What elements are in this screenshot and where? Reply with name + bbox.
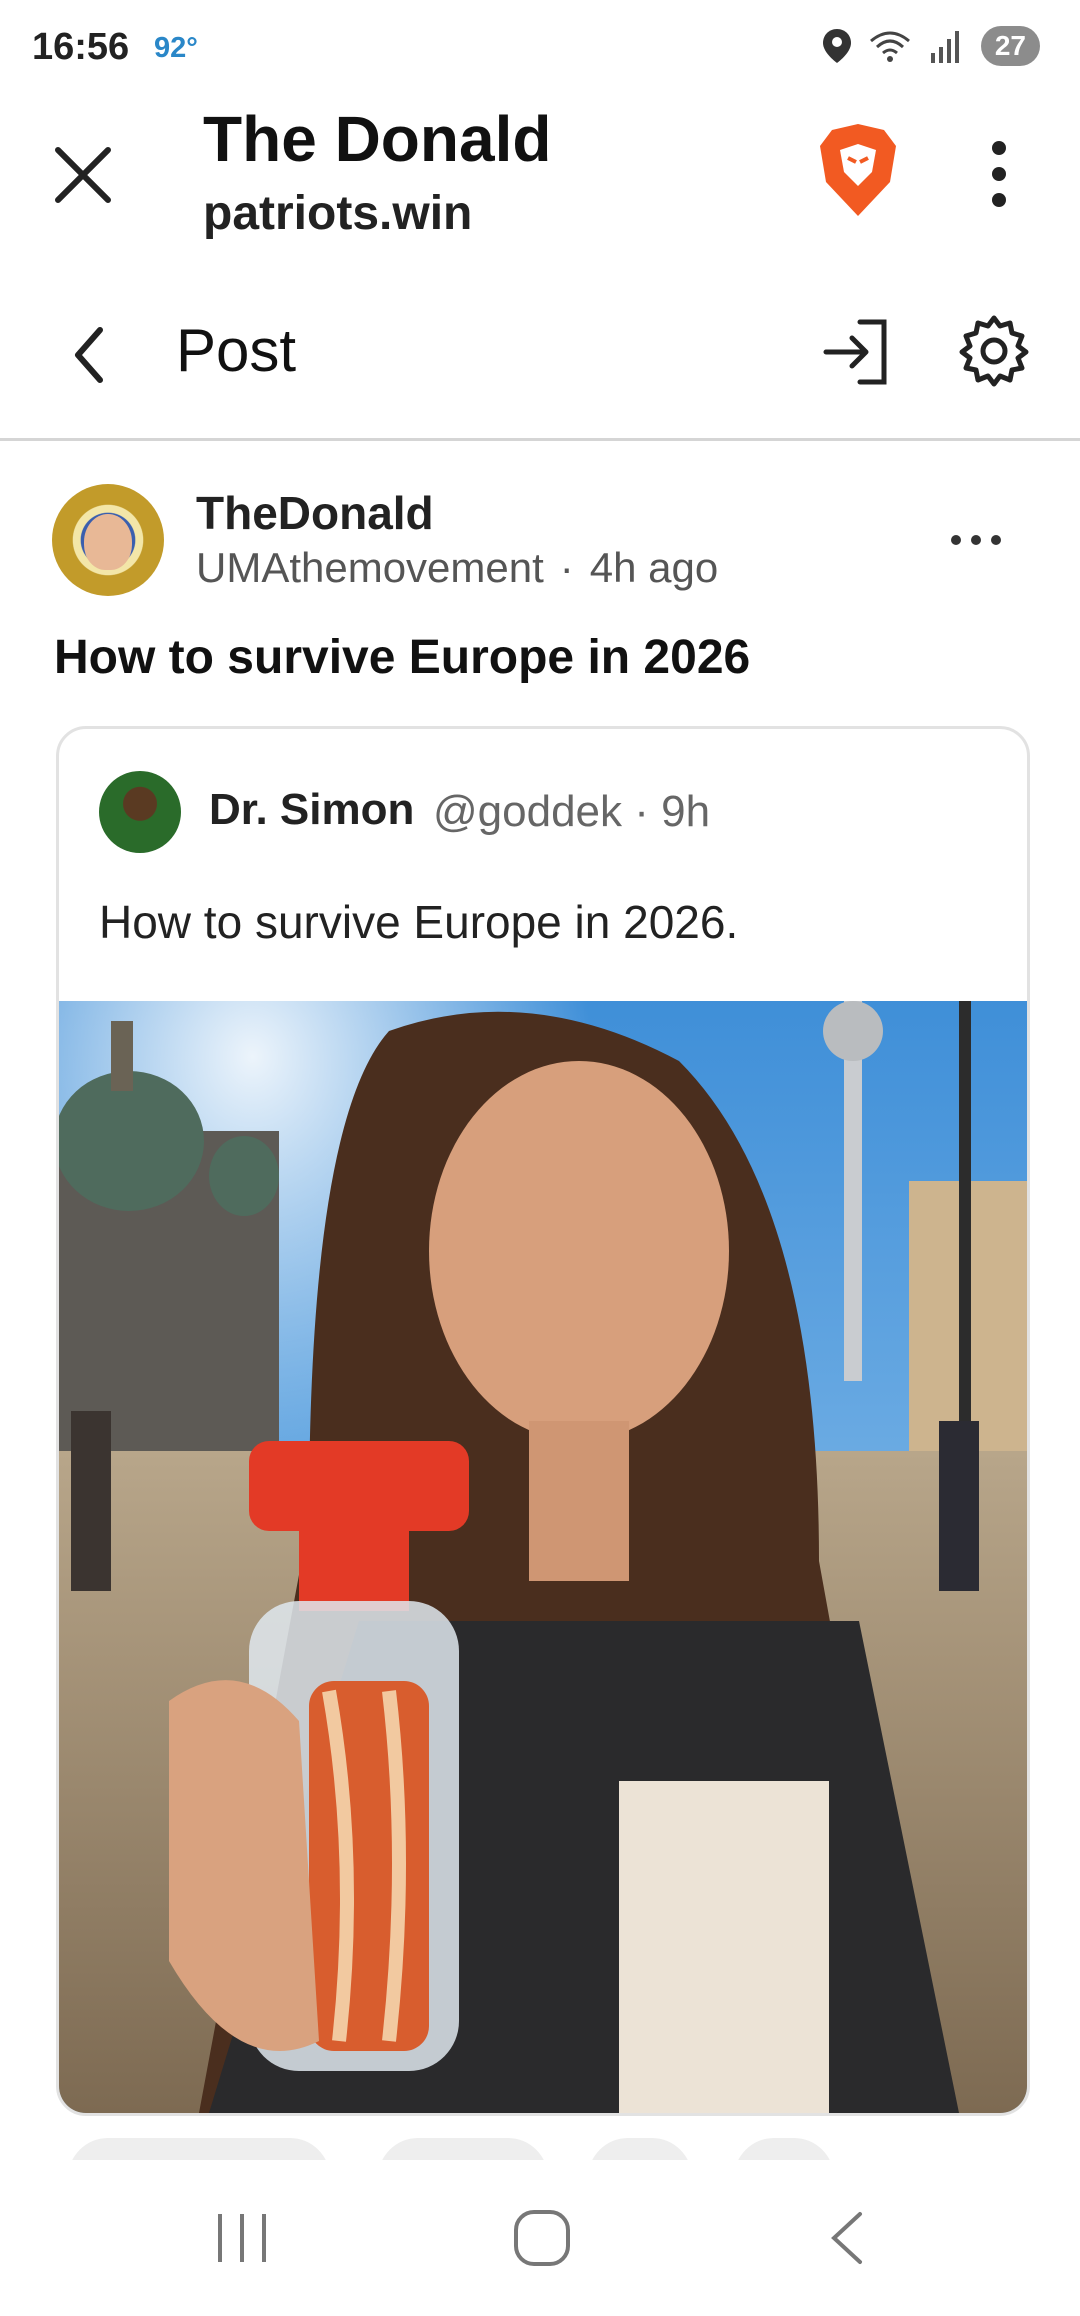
login-icon[interactable] [820,314,896,390]
signal-icon [930,31,959,63]
post-headline[interactable]: How to survive Europe in 2026 [54,630,750,685]
status-icons: 27 [822,26,1040,66]
embedded-post-card[interactable]: Dr. Simon @goddek · 9h How to survive Eu… [56,726,1030,2116]
community-avatar[interactable] [52,484,164,596]
back-icon[interactable] [822,2208,872,2268]
more-horizontal-icon[interactable] [946,520,1006,560]
gear-icon[interactable] [956,312,1032,388]
embed-text: How to survive Europe in 2026. [99,896,739,948]
post-meta: UMAthemovement · 4h ago [196,544,718,592]
recents-icon[interactable] [214,2210,270,2266]
location-icon [822,29,851,63]
page-title: Post [176,317,297,384]
meta-separator: · [559,544,574,591]
home-icon[interactable] [512,2208,572,2268]
status-time: 16:56 [32,26,130,68]
status-bar: 16:56 92° 27 [0,0,1080,98]
embed-avatar[interactable] [99,771,181,853]
custom-tab-header: The Donald patriots.win [0,98,1080,280]
embed-photo[interactable] [59,1001,1027,2113]
post-navigation: Post [0,280,1080,441]
avatar-face [84,514,132,570]
status-temperature: 92° [154,32,198,64]
site-url[interactable]: patriots.win [203,186,472,241]
embed-handle: @goddek · 9h [433,787,711,836]
community-name[interactable]: TheDonald [196,486,434,540]
close-icon[interactable] [48,140,118,210]
back-chevron-icon[interactable] [60,320,120,390]
more-vertical-icon[interactable] [974,138,1024,210]
post-age: 4h ago [589,544,719,591]
embed-author-name[interactable]: Dr. Simon [209,785,414,835]
battery-icon: 27 [980,26,1040,66]
system-navigation-bar [0,2160,1080,2316]
username[interactable]: UMAthemovement [196,544,544,592]
wifi-icon [869,31,910,62]
brave-lion-icon[interactable] [818,124,898,216]
site-title: The Donald [203,103,552,175]
